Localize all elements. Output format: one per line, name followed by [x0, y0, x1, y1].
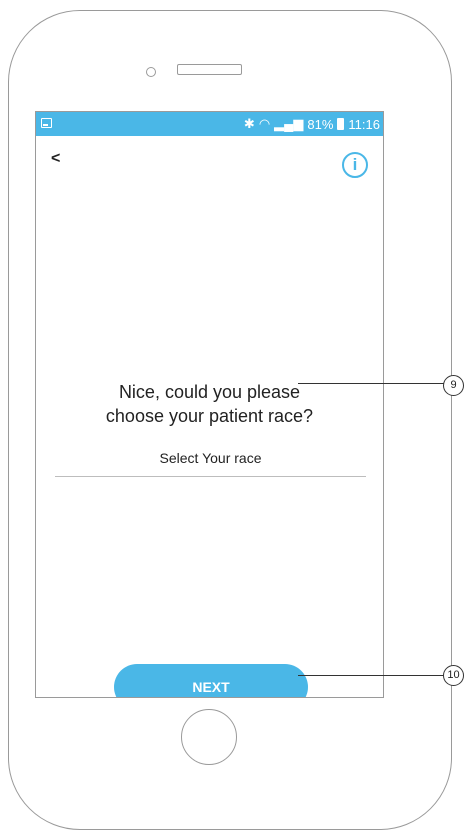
question-line-2: choose your patient race? — [105, 406, 314, 426]
wifi-icon: ◠ — [258, 116, 271, 131]
signal-icon: ▂▄▆ — [274, 116, 304, 131]
bluetooth-icon: ✱ — [243, 116, 255, 131]
camera-lens — [146, 67, 156, 77]
next-button[interactable]: NEXT — [114, 664, 308, 697]
question-text: Nice, could you please choose your patie… — [36, 380, 383, 428]
back-button[interactable]: < — [51, 150, 60, 168]
gallery-notification-icon — [41, 118, 52, 128]
battery-icon — [337, 118, 345, 130]
callout-line-9 — [298, 383, 445, 384]
status-bar: ✱ ◠ ▂▄▆ 81% 11:16 — [36, 112, 383, 136]
callout-badge-10: 10 — [443, 665, 464, 686]
home-button[interactable] — [181, 709, 237, 765]
callout-line-10 — [298, 675, 445, 676]
callout-badge-9: 9 — [443, 375, 464, 396]
clock: 11:16 — [348, 116, 380, 132]
earpiece-speaker — [177, 64, 242, 75]
status-indicators: ✱ ◠ ▂▄▆ 81% 11:16 — [244, 116, 380, 132]
race-select[interactable]: Select Your race — [55, 450, 366, 477]
info-icon[interactable]: i — [342, 152, 368, 178]
battery-percent: 81% — [307, 116, 334, 132]
phone-frame: ✱ ◠ ▂▄▆ 81% 11:16 < i Nice, could you pl… — [8, 10, 452, 830]
app-screen: ✱ ◠ ▂▄▆ 81% 11:16 < i Nice, could you pl… — [35, 111, 384, 698]
